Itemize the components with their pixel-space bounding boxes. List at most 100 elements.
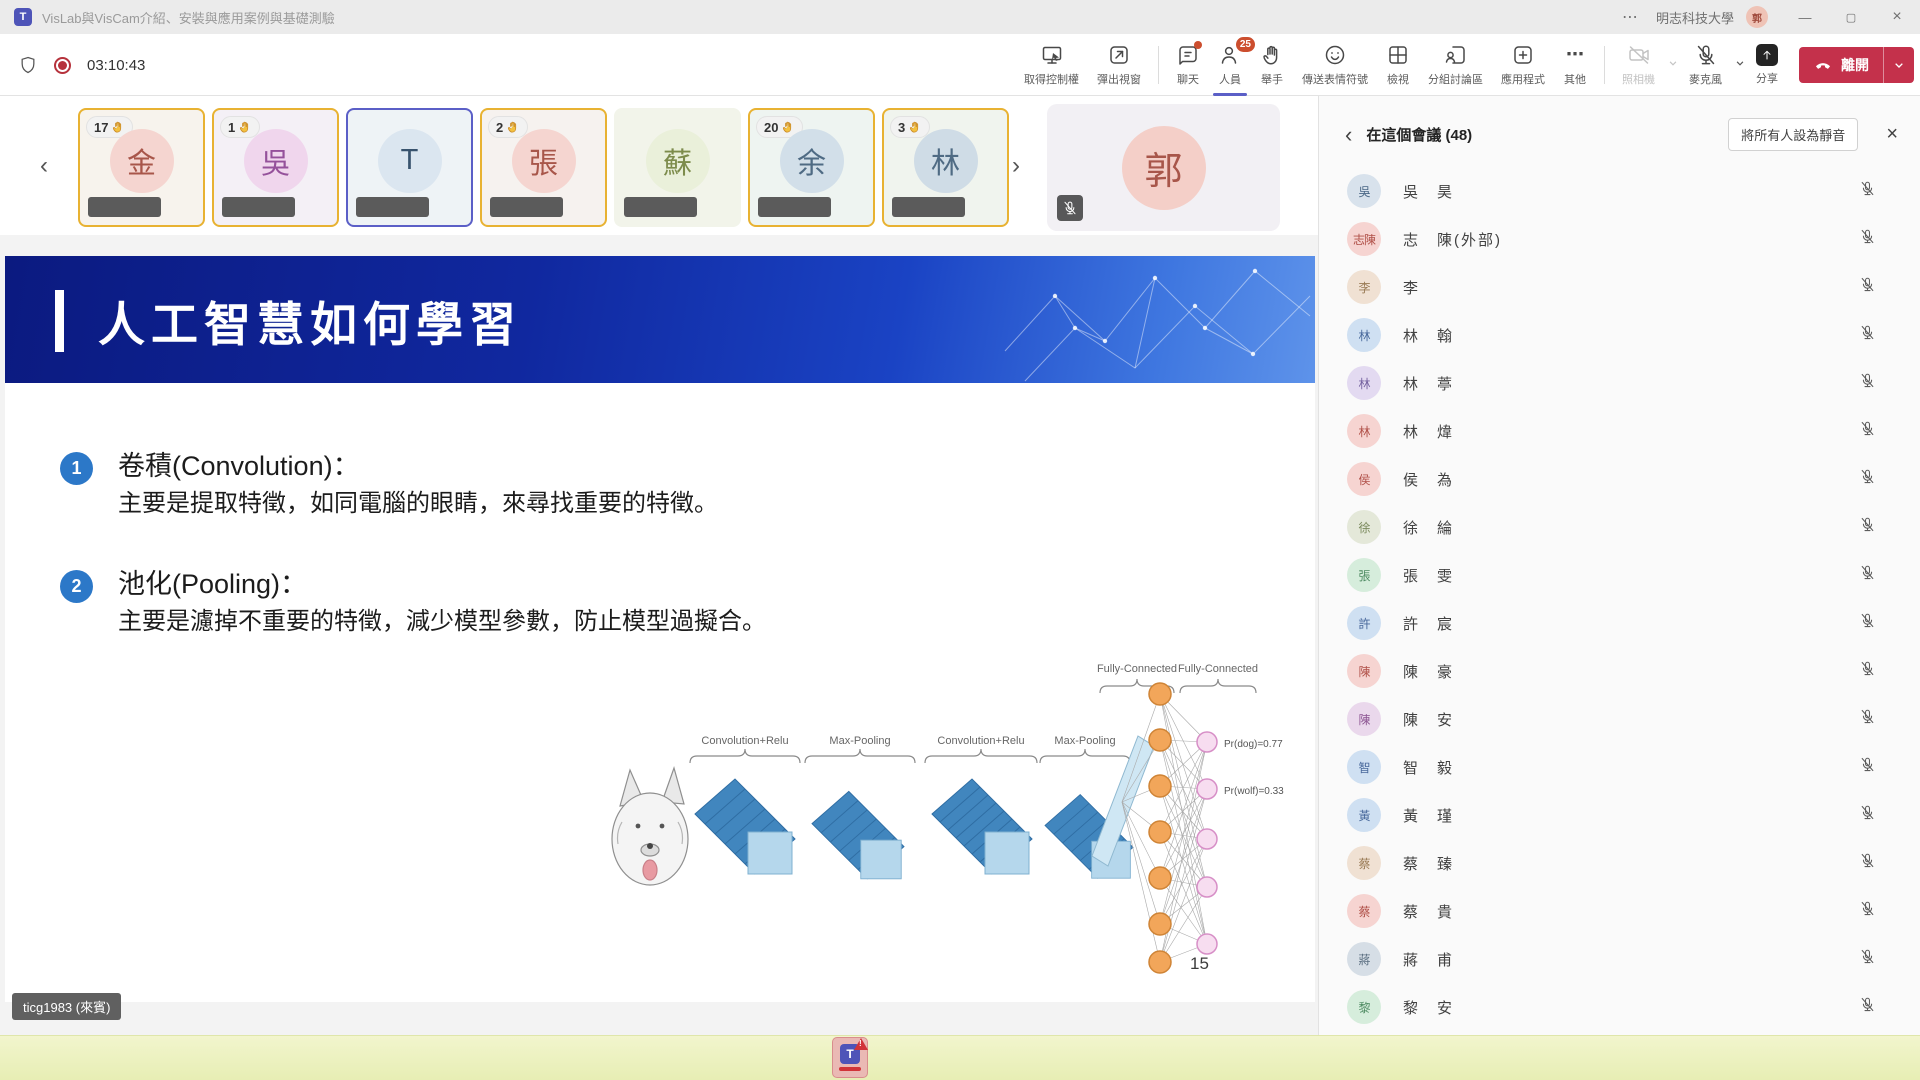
sidebar-header: ‹ 在這個會議 (48) 將所有人設為靜音 × [1319, 96, 1920, 161]
participant-mic-muted-icon[interactable] [1859, 804, 1876, 826]
avatar-initial: 郭 [1144, 140, 1182, 195]
user-avatar[interactable]: 郭 [1746, 6, 1768, 28]
participant-name: 張 雯 [1403, 565, 1454, 586]
participant-mic-muted-icon[interactable] [1859, 756, 1876, 778]
participant-mic-muted-icon[interactable] [1859, 468, 1876, 490]
participant-mic-muted-icon[interactable] [1859, 852, 1876, 874]
svg-text:Fully-Connected: Fully-Connected [1178, 663, 1258, 675]
microphone-muted-icon [1694, 43, 1718, 67]
participant-mic-muted-icon[interactable] [1859, 420, 1876, 442]
participant-row[interactable]: 陳 陳 安 [1319, 695, 1920, 743]
apps-button[interactable]: 應用程式 [1492, 34, 1554, 96]
participant-row[interactable]: 陳 陳 豪 [1319, 647, 1920, 695]
participant-row[interactable]: 蔡 蔡 貴 [1319, 887, 1920, 935]
participant-mic-muted-icon[interactable] [1859, 180, 1876, 202]
take-control-button[interactable]: 取得控制權 [1015, 34, 1088, 96]
participant-video-tile[interactable]: 17 金 [78, 108, 205, 227]
participant-video-tile[interactable]: 蘇 [614, 108, 741, 227]
participant-name: 蔣 甫 [1403, 949, 1454, 970]
avatar-initial: 吳 [1358, 183, 1369, 200]
microphone-button[interactable]: 麥克風 [1680, 34, 1731, 96]
avatar: 陳 [1347, 702, 1381, 736]
mute-all-button[interactable]: 將所有人設為靜音 [1728, 118, 1858, 151]
maximize-button[interactable]: ▢ [1828, 0, 1874, 34]
participant-mic-muted-icon[interactable] [1859, 708, 1876, 730]
participant-row[interactable]: 林 林 煒 [1319, 407, 1920, 455]
participant-row[interactable]: 蔡 蔡 臻 [1319, 839, 1920, 887]
participant-row[interactable]: 侯 侯 為 [1319, 455, 1920, 503]
participant-row[interactable]: 黎 黎 安 [1319, 983, 1920, 1031]
filmstrip-prev-icon[interactable]: ‹ [40, 96, 48, 235]
microphone-dropdown-chevron-icon[interactable] [1733, 56, 1747, 75]
taskbar-teams-button[interactable]: T [832, 1037, 868, 1078]
people-button[interactable]: 25 人員 [1209, 34, 1251, 96]
leave-button[interactable]: 離開 [1799, 47, 1914, 83]
share-button[interactable]: 分享 [1747, 34, 1787, 96]
avatar: 志陳 [1347, 222, 1381, 256]
camera-button[interactable]: 照相機 [1613, 34, 1664, 96]
teams-meeting-window: T VisLab與VisCam介紹、安裝與應用案例與基礎測驗 ⋯ 明志科技大學 … [0, 0, 1920, 1080]
raised-hand-icon [238, 120, 252, 134]
participant-mic-muted-icon[interactable] [1859, 660, 1876, 682]
participant-mic-muted-icon[interactable] [1859, 516, 1876, 538]
participant-row[interactable]: 蔣 蔣 甫 [1319, 935, 1920, 983]
avatar: 張 [1347, 558, 1381, 592]
participant-mic-muted-icon[interactable] [1859, 996, 1876, 1018]
participant-row[interactable]: 林 林 翰 [1319, 311, 1920, 359]
avatar: 金 [110, 129, 174, 193]
more-options-button[interactable]: ⋯ 其他 [1554, 34, 1596, 96]
camera-dropdown-chevron-icon[interactable] [1666, 56, 1680, 75]
participant-row[interactable]: 林 林 葶 [1319, 359, 1920, 407]
participant-video-tile[interactable]: T [346, 108, 473, 227]
participant-row[interactable]: 李 李 [1319, 263, 1920, 311]
participant-mic-muted-icon[interactable] [1859, 276, 1876, 298]
participant-mic-muted-icon[interactable] [1859, 612, 1876, 634]
reactions-button[interactable]: 傳送表情符號 [1293, 34, 1377, 96]
toolbar-divider [1604, 46, 1605, 84]
participant-row[interactable]: 志陳 志 陳(外部) [1319, 215, 1920, 263]
chat-icon [1176, 43, 1200, 67]
minimize-button[interactable]: — [1782, 0, 1828, 34]
view-button[interactable]: 檢視 [1377, 34, 1419, 96]
titlebar-more-icon[interactable]: ⋯ [1604, 7, 1656, 27]
participant-mic-muted-icon[interactable] [1859, 228, 1876, 250]
svg-text:Convolution+Relu: Convolution+Relu [701, 735, 788, 747]
participant-video-tile[interactable]: 3 林 [882, 108, 1009, 227]
participant-mic-muted-icon[interactable] [1859, 948, 1876, 970]
raise-hand-button[interactable]: 舉手 [1251, 34, 1293, 96]
close-button[interactable]: × [1874, 0, 1920, 34]
sidebar-close-icon[interactable]: × [1886, 123, 1898, 146]
popout-label: 彈出視窗 [1097, 71, 1141, 87]
participant-mic-muted-icon[interactable] [1859, 900, 1876, 922]
chat-notification-dot [1194, 41, 1202, 49]
raised-hand-icon [908, 120, 922, 134]
participant-mic-muted-icon[interactable] [1859, 564, 1876, 586]
participant-row[interactable]: 許 許 宸 [1319, 599, 1920, 647]
participant-video-tile[interactable]: 20 余 [748, 108, 875, 227]
meeting-timer: 03:10:43 [87, 57, 145, 74]
participant-row[interactable]: 吳 吳 昊 [1319, 167, 1920, 215]
feature-map-slabs [695, 779, 1133, 879]
filmstrip-next-icon[interactable]: › [1012, 96, 1020, 235]
leave-dropdown-chevron-icon[interactable] [1884, 57, 1914, 73]
participant-mic-muted-icon[interactable] [1859, 324, 1876, 346]
participant-row[interactable]: 徐 徐 綸 [1319, 503, 1920, 551]
participants-sidebar: ‹ 在這個會議 (48) 將所有人設為靜音 × 吳 吳 昊 [1318, 96, 1920, 1035]
chat-button[interactable]: 聊天 [1167, 34, 1209, 96]
participant-video-tile[interactable]: 2 張 [480, 108, 607, 227]
back-chevron-icon[interactable]: ‹ [1345, 124, 1352, 146]
slide-page-number: 15 [1190, 954, 1209, 974]
share-arrow-icon [1756, 44, 1778, 66]
participant-name: 侯 為 [1403, 469, 1454, 490]
spotlight-video-tile[interactable]: 郭 [1047, 104, 1280, 231]
participant-mic-muted-icon[interactable] [1859, 372, 1876, 394]
participant-row[interactable]: 黃 黃 瑾 [1319, 791, 1920, 839]
breakout-rooms-button[interactable]: 分組討論區 [1419, 34, 1492, 96]
bullet-body: 主要是提取特徵，如同電腦的眼睛，來尋找重要的特徵。 [118, 486, 718, 522]
participant-row[interactable]: 張 張 雯 [1319, 551, 1920, 599]
participant-video-tile[interactable]: 1 吳 [212, 108, 339, 227]
participant-name: 陳 豪 [1403, 661, 1454, 682]
popout-window-button[interactable]: 彈出視窗 [1088, 34, 1150, 96]
avatar-initial: 李 [1358, 279, 1369, 296]
participant-row[interactable]: 智 智 毅 [1319, 743, 1920, 791]
